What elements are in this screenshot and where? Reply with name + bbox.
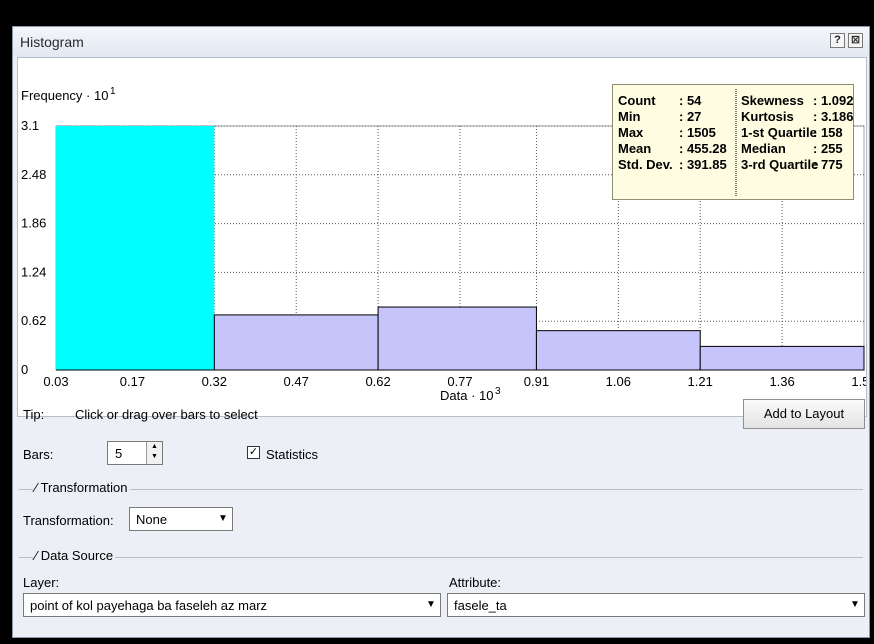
layer-value: point of kol payehaga ba faseleh az marz <box>30 598 268 613</box>
data-source-group-rule <box>19 557 863 558</box>
x-axis-title-exponent: 3 <box>495 386 501 397</box>
transformation-group-rule <box>19 489 863 490</box>
histogram-bar[interactable] <box>377 306 537 371</box>
stat-value: : 775 <box>813 157 843 172</box>
transformation-dropdown[interactable]: None ▼ <box>129 507 233 531</box>
transformation-value: None <box>136 512 168 527</box>
x-tick-label: 1.06 <box>606 374 631 389</box>
help-button[interactable]: ? <box>830 33 845 48</box>
stat-value: : 1.0921 <box>813 93 853 108</box>
dropdown-arrow-icon[interactable]: ▼ <box>848 596 862 614</box>
x-tick-label: 0.91 <box>524 374 549 389</box>
stat-label: Mean <box>618 141 651 156</box>
x-tick-label: 0.32 <box>202 374 227 389</box>
layer-dropdown[interactable]: point of kol payehaga ba faseleh az marz… <box>23 593 441 617</box>
y-tick-label: 2.48 <box>21 167 46 182</box>
transformation-label: Transformation: <box>23 513 114 528</box>
stat-label: Max <box>618 125 644 140</box>
stat-label: Skewness <box>741 93 804 108</box>
attribute-value: fasele_ta <box>454 598 507 613</box>
stat-value: : 1505 <box>679 125 716 140</box>
histogram-bar[interactable] <box>699 345 865 371</box>
statistics-checkbox-label: Statistics <box>266 447 319 462</box>
y-axis-title-exponent: 1 <box>110 86 116 97</box>
x-tick-label: 0.62 <box>365 374 390 389</box>
attribute-label: Attribute: <box>449 575 502 590</box>
stat-value: : 391.85 <box>679 157 727 172</box>
x-tick-label: 0.47 <box>284 374 309 389</box>
stat-label: 3-rd Quartile <box>741 157 818 172</box>
spin-up-icon[interactable]: ▲ <box>147 442 162 452</box>
histogram-bar[interactable] <box>56 126 215 370</box>
collapse-icon: ⁄ <box>35 548 38 563</box>
y-tick-label: 3.1 <box>21 118 39 133</box>
dropdown-arrow-icon[interactable]: ▼ <box>216 510 230 528</box>
tip-label: Tip: <box>23 407 45 422</box>
histogram-chart[interactable]: 0 0.62 1.24 1.86 2.48 3.1 0.03 0.17 0.32 0.47 0.62… <box>17 57 867 417</box>
histogram-bar[interactable] <box>535 330 701 371</box>
y-axis-title: Frequency · 10 <box>21 88 108 103</box>
layer-label: Layer: <box>23 575 60 590</box>
statistics-panel: Count : 54 Min : 27 Max : 1505 Mean : 455.28 Std… <box>612 84 854 200</box>
title-bar: Histogram ? ⊠ <box>13 27 869 57</box>
bars-value: 5 <box>115 446 123 461</box>
statistics-svg: Count : 54 Min : 27 Max : 1505 Mean : 455.28 Std… <box>618 89 853 197</box>
y-tick-label: 0 <box>21 362 28 377</box>
stat-label: Count <box>618 93 656 108</box>
stat-label: Min <box>618 109 640 124</box>
x-tick-label: 0.17 <box>120 374 145 389</box>
stat-value: : 455.28 <box>679 141 727 156</box>
stat-label: Std. Dev. <box>618 157 673 172</box>
bars-label: Bars: <box>23 447 54 462</box>
collapse-icon: ⁄ <box>35 480 38 495</box>
data-source-group-label: Data Source <box>40 548 114 563</box>
stat-label: Kurtosis <box>741 109 794 124</box>
dropdown-arrow-icon[interactable]: ▼ <box>424 596 438 614</box>
tip-text: Click or drag over bars to select <box>75 407 258 422</box>
stat-label: Median <box>741 141 786 156</box>
y-tick-label: 1.24 <box>21 264 46 279</box>
statistics-checkbox[interactable]: ✓ <box>247 446 260 459</box>
x-tick-label: 1.36 <box>769 374 794 389</box>
spin-down-icon[interactable]: ▼ <box>147 452 162 462</box>
x-tick-label: 1.51 <box>851 374 866 389</box>
bars-spinner[interactable]: 5 ▲ ▼ <box>107 441 163 465</box>
x-tick-label: 1.21 <box>688 374 713 389</box>
stat-value: : 158 <box>813 125 843 140</box>
histogram-window: Histogram ? ⊠ 0 0.62 1.24 1.86 2.48 3.1 0.03 0.… <box>12 26 870 638</box>
data-source-group-title[interactable]: ⁄ Data Source <box>33 548 116 563</box>
stat-value: : 255 <box>813 141 843 156</box>
transformation-group-title[interactable]: ⁄ Transformation <box>33 480 130 495</box>
spinner-arrows[interactable]: ▲ ▼ <box>146 442 162 464</box>
stat-label: 1-st Quartile <box>741 125 817 140</box>
y-tick-label: 0.62 <box>21 313 46 328</box>
close-button[interactable]: ⊠ <box>848 33 863 48</box>
stat-value: : 54 <box>679 93 702 108</box>
y-tick-label: 1.86 <box>21 216 46 231</box>
stat-value: : 3.1862 <box>813 109 853 124</box>
transformation-group-label: Transformation <box>40 480 128 495</box>
window-title: Histogram <box>20 34 84 50</box>
x-axis-title: Data · 10 <box>440 388 493 403</box>
x-tick-label: 0.03 <box>43 374 68 389</box>
histogram-bar[interactable] <box>213 314 379 371</box>
x-tick-label: 0.77 <box>447 374 472 389</box>
add-to-layout-button[interactable]: Add to Layout <box>743 399 865 429</box>
attribute-dropdown[interactable]: fasele_ta ▼ <box>447 593 865 617</box>
stat-value: : 27 <box>679 109 701 124</box>
